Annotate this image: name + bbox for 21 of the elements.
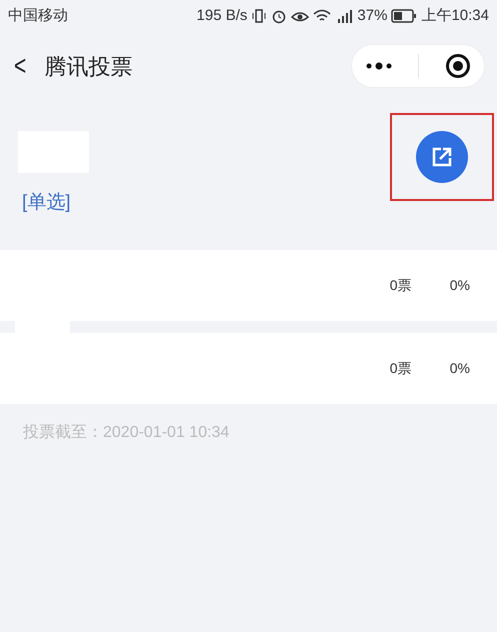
- vote-percent: 0%: [450, 359, 470, 378]
- back-button[interactable]: <: [14, 52, 26, 80]
- clock-time: 上午10:34: [421, 6, 489, 26]
- share-button[interactable]: [416, 131, 468, 183]
- deadline-text: 投票截至：2020-01-01 10:34: [23, 422, 230, 443]
- vote-percent: 0%: [450, 276, 470, 295]
- option-row[interactable]: 0票 0%: [0, 333, 497, 404]
- alarm-icon: [271, 8, 288, 24]
- vote-count: 0票: [390, 359, 413, 378]
- page-title: 腾讯投票: [44, 52, 132, 80]
- external-link-icon: [431, 146, 453, 168]
- signal-icon: [335, 8, 354, 24]
- poll-type-label: [单选]: [21, 191, 72, 215]
- carrier-name: 中国移动: [8, 6, 68, 26]
- vibrate-icon: [251, 8, 268, 24]
- battery-icon: [391, 9, 418, 23]
- network-speed: 195 B/s: [196, 6, 248, 26]
- vote-count: 0票: [390, 276, 413, 295]
- option-row[interactable]: 0票 0%: [0, 250, 497, 321]
- battery-percent: 37%: [357, 6, 388, 26]
- more-icon[interactable]: [364, 62, 393, 70]
